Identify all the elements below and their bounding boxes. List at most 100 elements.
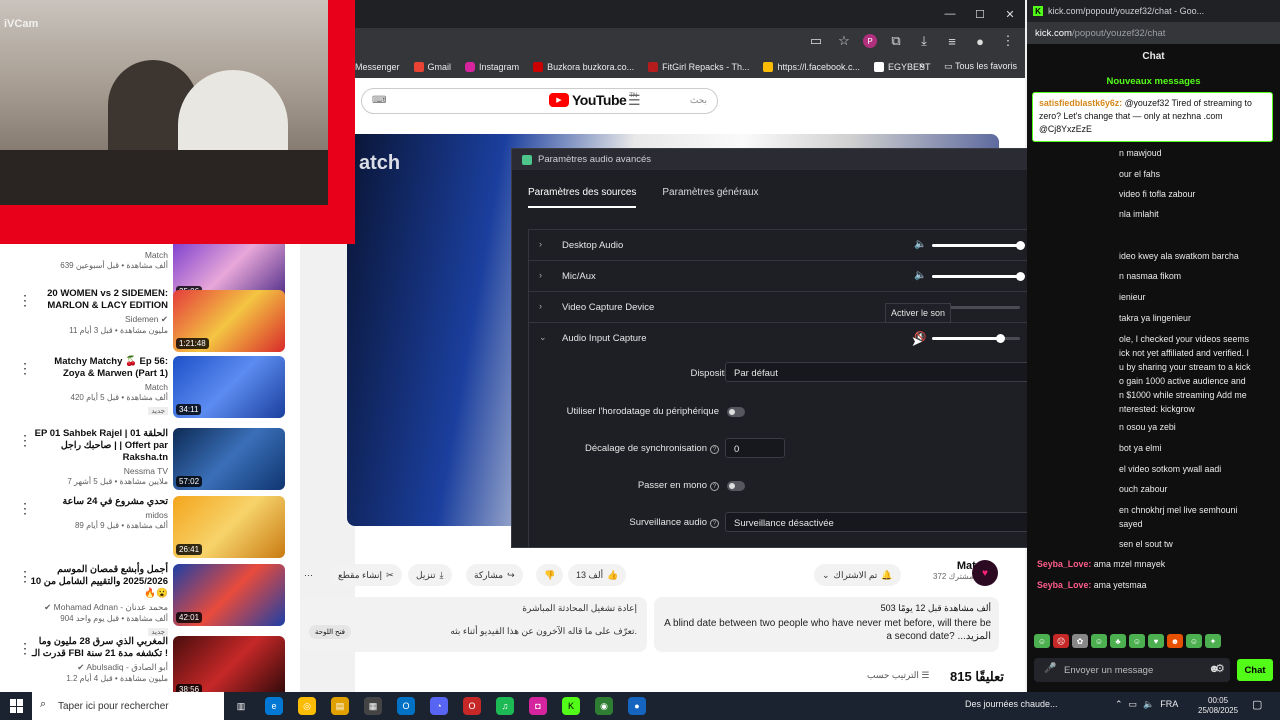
kick-address-bar[interactable]: kick.com/popout/youzef32/chat (1027, 22, 1280, 44)
maximize-button[interactable]: ☐ (965, 0, 995, 28)
download-icon[interactable]: ⤓ (915, 32, 933, 50)
like-button[interactable]: 13 ألف 👍 (568, 564, 627, 586)
emote-icon[interactable]: ☺ (1129, 634, 1145, 648)
instagram-app-icon[interactable]: ◘ (529, 697, 547, 715)
send-chat-button[interactable]: Chat (1237, 659, 1273, 681)
emote-icon[interactable]: ♥ (1148, 634, 1164, 648)
volume-slider[interactable] (932, 272, 1025, 281)
media-control-icon[interactable]: ≡ (943, 32, 961, 50)
chevron-down-icon[interactable]: ⌄ (539, 332, 547, 343)
source-row[interactable]: › Desktop Audio 🔈 100 ◉ (529, 230, 1106, 261)
more-actions-button[interactable]: ⋯ (300, 564, 317, 586)
speaker-icon[interactable]: 🔈 (914, 270, 926, 281)
edge-icon[interactable]: e (265, 697, 283, 715)
taskbar-search[interactable]: ⌕ Taper ici pour rechercher (32, 692, 224, 720)
video-thumbnail[interactable]: 26:41 (173, 496, 285, 558)
emote-icon[interactable]: ✿ (1072, 634, 1088, 648)
bookmark-instagram[interactable]: Instagram (465, 62, 519, 72)
windows-start-icon[interactable] (10, 699, 24, 713)
volume-icon[interactable]: 🔈 (1143, 699, 1154, 710)
bookmark-messenger[interactable]: Messenger (355, 62, 400, 72)
emote-icon[interactable]: ✦ (1205, 634, 1221, 648)
emote-icon[interactable]: ☺ (1186, 634, 1202, 648)
source-row[interactable]: › Mic/Aux 🔈 100 ◉ (529, 261, 1106, 292)
chevron-up-icon[interactable]: ⌃ (1115, 699, 1123, 710)
subscribe-button[interactable]: ⌄ تم الاشتراك 🔔 (814, 564, 901, 586)
spotify-icon[interactable]: ♫ (496, 697, 514, 715)
description-card[interactable]: 503 ألف مشاهدة قبل 12 يومًا A blind date… (654, 597, 999, 652)
volume-slider[interactable] (932, 241, 1025, 250)
dislike-button[interactable]: 👎 (536, 564, 564, 586)
cast-icon[interactable]: ▭ (807, 32, 825, 50)
network-icon[interactable]: ▭ (1129, 699, 1138, 710)
chevron-right-icon[interactable]: › (539, 270, 542, 280)
emote-icon[interactable]: ☺ (1091, 634, 1107, 648)
chrome-icon[interactable]: ◎ (298, 697, 316, 715)
chat-message-input[interactable]: 🎤 Envoyer un message ☻ (1034, 658, 1230, 682)
emote-icon[interactable]: ♣ (1110, 634, 1126, 648)
opera-icon[interactable]: O (463, 697, 481, 715)
bookmark-gmail[interactable]: Gmail (413, 62, 451, 72)
video-thumbnail[interactable]: 1:21:48 (173, 290, 285, 352)
video-thumbnail[interactable]: 38:56 (173, 636, 285, 698)
store-icon[interactable]: ▦ (364, 697, 382, 715)
clip-button[interactable]: إنشاء مقطع ✂ (330, 564, 402, 586)
task-view-icon[interactable]: ▥ (232, 697, 250, 715)
close-button[interactable]: ✕ (995, 0, 1025, 28)
search-input[interactable]: ⌨ بحث (361, 88, 718, 114)
volume-knob[interactable] (1016, 241, 1025, 250)
obs-app-icon[interactable]: ◉ (595, 697, 613, 715)
outlook-icon[interactable]: O (397, 697, 415, 715)
video-thumbnail[interactable]: 34:11 (173, 356, 285, 418)
minimize-button[interactable]: — (935, 0, 965, 28)
timestamp-toggle[interactable] (727, 407, 745, 417)
volume-slider[interactable] (932, 334, 1020, 343)
chevron-right-icon[interactable]: › (539, 239, 542, 249)
file-explorer-icon[interactable]: ▤ (331, 697, 349, 715)
notification-icon[interactable]: ▢ (1252, 698, 1262, 711)
volume-knob[interactable] (1016, 272, 1025, 281)
bookmark-fitgirl[interactable]: FitGirl Repacks - Th... (648, 62, 749, 72)
source-row[interactable]: › Video Capture Device 10 ◉ (529, 292, 1106, 323)
kick-app-icon[interactable]: K (562, 697, 580, 715)
profile-avatar-icon[interactable]: ● (971, 32, 989, 50)
app-icon[interactable]: ● (628, 697, 646, 715)
clock[interactable]: 00:05 25/08/2025 (1198, 696, 1238, 716)
bookmarks-more-button[interactable]: » (919, 60, 925, 72)
sync-offset-input[interactable]: 0 (725, 438, 785, 458)
chat-username[interactable]: Seyba_Love: (1037, 580, 1091, 590)
news-widget[interactable]: Des journées chaude... (965, 699, 1058, 709)
language-indicator[interactable]: FRA (1160, 699, 1178, 710)
video-thumbnail[interactable]: 57:02 (173, 428, 285, 490)
volume-knob[interactable] (995, 334, 1005, 343)
open-panel-button[interactable]: فتح اللوحة (309, 625, 352, 639)
pinned-username[interactable]: satisfiedblastk6y6z: (1039, 98, 1122, 108)
emote-icon[interactable]: ☻ (1167, 634, 1183, 648)
help-icon[interactable]: ? (710, 519, 719, 528)
tab-source-settings[interactable]: Paramètres des sources (528, 187, 637, 208)
sort-comments-button[interactable]: الترتيب حسب ☰ (867, 670, 930, 681)
share-button[interactable]: مشاركة ↪ (466, 564, 523, 586)
chevron-right-icon[interactable]: › (539, 301, 542, 311)
bookmark-buzkora[interactable]: Buzkora buzkora.co... (533, 62, 634, 72)
star-icon[interactable]: ☆ (835, 32, 853, 50)
chat-username[interactable]: Seyba_Love: (1037, 559, 1091, 569)
emote-icon[interactable]: ☹ (1053, 634, 1069, 648)
download-video-button[interactable]: تنزيل ⤓ (408, 564, 452, 586)
help-icon[interactable]: ? (710, 482, 719, 491)
video-thumbnail[interactable]: 42:01 (173, 564, 285, 626)
microphone-icon[interactable]: 🎤 (1044, 663, 1056, 674)
tab-general-settings[interactable]: Paramètres généraux (662, 187, 758, 208)
bookmark-facebook[interactable]: https://l.facebook.c... (763, 62, 860, 72)
extension-badge-icon[interactable]: P (863, 34, 877, 48)
hamburger-menu-icon[interactable]: ☰ (628, 92, 641, 109)
extensions-icon[interactable]: ⧉ (887, 32, 905, 50)
channel-avatar[interactable]: ♥ (972, 560, 998, 586)
keyboard-icon[interactable]: ⌨ (372, 95, 386, 106)
more-menu-icon[interactable]: ⋮ (999, 32, 1017, 50)
gear-icon[interactable]: ⚙ (1215, 662, 1225, 675)
mono-toggle[interactable] (727, 481, 745, 491)
new-messages-banner[interactable]: Nouveaux messages (1027, 76, 1280, 90)
emote-icon[interactable]: ☺ (1034, 634, 1050, 648)
help-icon[interactable]: ? (710, 445, 719, 454)
